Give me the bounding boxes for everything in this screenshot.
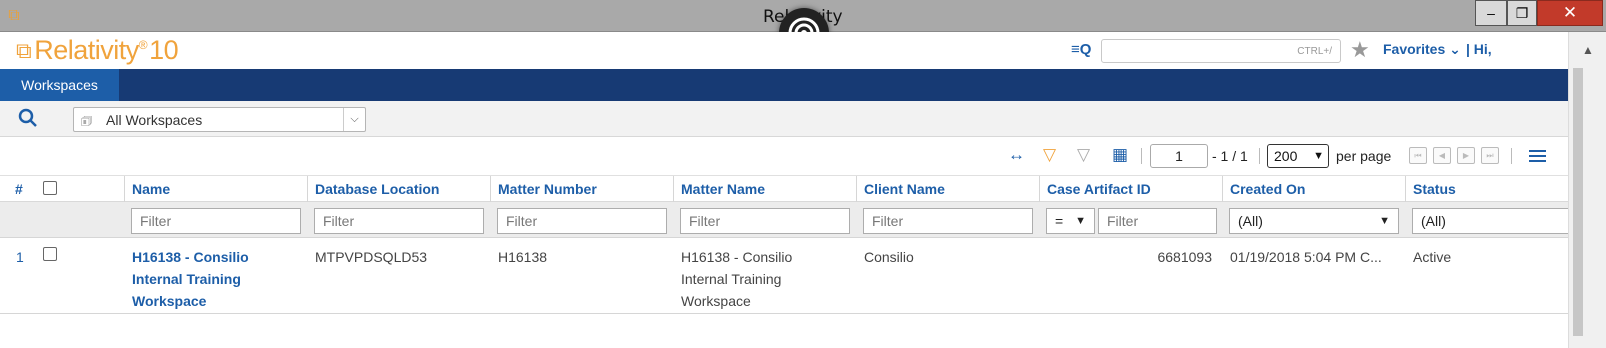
- status-cell: Active: [1413, 249, 1452, 265]
- filter-status-value: (All): [1421, 213, 1446, 229]
- maximize-button[interactable]: ❐: [1507, 0, 1537, 26]
- scrollbar-thumb[interactable]: [1573, 68, 1583, 336]
- grid-filter-row: Filter Filter Filter Filter Filter = ▼ F…: [0, 202, 1568, 238]
- column-divider: [1039, 176, 1040, 203]
- filter-artifact-operator-select[interactable]: = ▼: [1046, 208, 1095, 234]
- toolbar-divider: [1141, 148, 1142, 164]
- clear-filter-icon[interactable]: ▽: [1077, 145, 1090, 165]
- view-select[interactable]: 🗊 All Workspaces ⌵: [73, 107, 366, 132]
- window-titlebar: ⧉ Relativity ‒ ❐ ✕: [0, 0, 1606, 58]
- database-location-cell: MTPVPDSQLD53: [315, 249, 428, 265]
- user-menu[interactable]: | Hi,: [1466, 41, 1492, 57]
- table-row[interactable]: 1 H16138 - Consilio Internal Training Wo…: [0, 238, 1568, 314]
- column-header-database-location[interactable]: Database Location: [315, 181, 439, 197]
- filter-case-artifact-id-input[interactable]: Filter: [1098, 208, 1217, 234]
- client-name-cell: Consilio: [864, 249, 914, 265]
- next-page-icon[interactable]: ▶: [1457, 147, 1475, 164]
- search-icon[interactable]: [18, 108, 38, 134]
- chevron-down-icon: ▼: [1075, 215, 1086, 227]
- page-number-input[interactable]: 1: [1150, 144, 1208, 168]
- column-divider: [1405, 176, 1406, 203]
- matter-name-line: Workspace: [681, 293, 751, 309]
- column-divider: [490, 176, 491, 203]
- matter-name-line: Internal Training: [681, 271, 782, 287]
- logo-text: Relativity: [34, 35, 139, 65]
- vertical-scrollbar[interactable]: ▲: [1568, 32, 1606, 348]
- filter-operator-value: =: [1055, 213, 1064, 229]
- filter-status-select[interactable]: (All): [1412, 208, 1568, 234]
- matter-name-cell: H16138 - Consilio Internal Training Work…: [681, 246, 792, 312]
- column-header-matter-name[interactable]: Matter Name: [681, 181, 765, 197]
- chevron-down-icon[interactable]: ⌵: [343, 108, 365, 131]
- grid-columns-icon[interactable]: ▦: [1112, 145, 1128, 165]
- filter-created-on-value: (All): [1238, 213, 1263, 229]
- filter-matter-number-input[interactable]: Filter: [497, 208, 667, 234]
- search-options-icon[interactable]: ≡Q: [1071, 41, 1091, 58]
- favorites-menu[interactable]: Favorites ⌄: [1383, 41, 1461, 58]
- toolbar-divider: [1259, 148, 1260, 164]
- menu-icon[interactable]: [1529, 150, 1546, 165]
- chevron-down-icon: ▼: [1313, 150, 1324, 162]
- column-header-name[interactable]: Name: [132, 181, 170, 197]
- column-header-status[interactable]: Status: [1413, 181, 1456, 197]
- global-search-input[interactable]: CTRL+/: [1101, 39, 1341, 63]
- workspace-name-line: H16138 - Consilio: [132, 249, 249, 265]
- row-index: 1: [16, 249, 24, 265]
- scroll-up-icon[interactable]: ▲: [1569, 32, 1606, 68]
- tab-workspaces[interactable]: Workspaces: [0, 69, 119, 101]
- column-header-case-artifact-id[interactable]: Case Artifact ID: [1047, 181, 1151, 197]
- relativity-logo-icon: ⧉: [16, 38, 32, 63]
- relativity-logo[interactable]: ⧉ Relativity ® 10: [16, 35, 179, 66]
- previous-page-icon[interactable]: ◀: [1433, 147, 1451, 164]
- minimize-button[interactable]: ‒: [1475, 0, 1507, 26]
- filter-database-location-input[interactable]: Filter: [314, 208, 484, 234]
- view-select-value: All Workspaces: [106, 112, 203, 128]
- workspace-name-line: Workspace: [132, 293, 207, 309]
- toolbar-divider: [1511, 148, 1512, 164]
- expand-columns-icon[interactable]: ↔: [1008, 145, 1025, 165]
- last-page-icon[interactable]: ⏭: [1481, 147, 1499, 164]
- row-checkbox[interactable]: [43, 247, 57, 261]
- logo-version: 10: [149, 35, 179, 65]
- column-header-created-on[interactable]: Created On: [1230, 181, 1305, 197]
- view-list-icon: 🗊: [81, 114, 93, 128]
- view-bar: 🗊 All Workspaces ⌵: [0, 101, 1568, 137]
- filter-name-input[interactable]: Filter: [131, 208, 301, 234]
- case-artifact-id-cell: 6681093: [1157, 249, 1212, 265]
- workspace-name-line: Internal Training: [132, 271, 241, 287]
- matter-name-line: H16138 - Consilio: [681, 249, 793, 265]
- column-divider: [124, 176, 125, 203]
- per-page-select[interactable]: 200 ▼: [1267, 144, 1329, 168]
- filter-icon[interactable]: ▽: [1043, 145, 1056, 165]
- app-window-icon: ⧉: [8, 7, 20, 24]
- column-divider: [673, 176, 674, 203]
- per-page-label: per page: [1336, 148, 1392, 164]
- per-page-value: 200: [1274, 148, 1298, 164]
- column-header-index: #: [15, 181, 23, 197]
- close-button[interactable]: ✕: [1537, 0, 1603, 26]
- column-divider: [856, 176, 857, 203]
- workspace-name-link[interactable]: H16138 - Consilio Internal Training Work…: [132, 246, 249, 312]
- created-on-cell: 01/19/2018 5:04 PM C...: [1230, 249, 1382, 265]
- grid-toolbar: ↔ ▽ ▽ ▦ 1 - 1 / 1 200 ▼ per page ⏮ ◀ ▶ ⏭: [0, 137, 1568, 175]
- column-header-client-name[interactable]: Client Name: [864, 181, 945, 197]
- select-all-checkbox[interactable]: [43, 181, 57, 195]
- first-page-icon[interactable]: ⏮: [1409, 147, 1427, 164]
- logo-registered-mark: ®: [138, 38, 148, 52]
- column-divider: [1222, 176, 1223, 203]
- app-header: ⧉ Relativity ® 10 ≡Q CTRL+/ ★ Favorites …: [0, 32, 1568, 69]
- search-shortcut-hint: CTRL+/: [1297, 46, 1332, 57]
- matter-number-cell: H16138: [498, 249, 548, 265]
- filter-matter-name-input[interactable]: Filter: [680, 208, 850, 234]
- filter-created-on-select[interactable]: (All) ▼: [1229, 208, 1399, 234]
- column-divider: [307, 176, 308, 203]
- grid-header: # Name Database Location Matter Number M…: [0, 175, 1568, 203]
- chevron-down-icon: ▼: [1379, 215, 1390, 227]
- star-icon[interactable]: ★: [1350, 37, 1370, 63]
- column-header-matter-number[interactable]: Matter Number: [498, 181, 597, 197]
- page-range-text: - 1 / 1: [1212, 148, 1248, 164]
- filter-client-name-input[interactable]: Filter: [863, 208, 1033, 234]
- tab-bar: Workspaces: [0, 69, 1568, 101]
